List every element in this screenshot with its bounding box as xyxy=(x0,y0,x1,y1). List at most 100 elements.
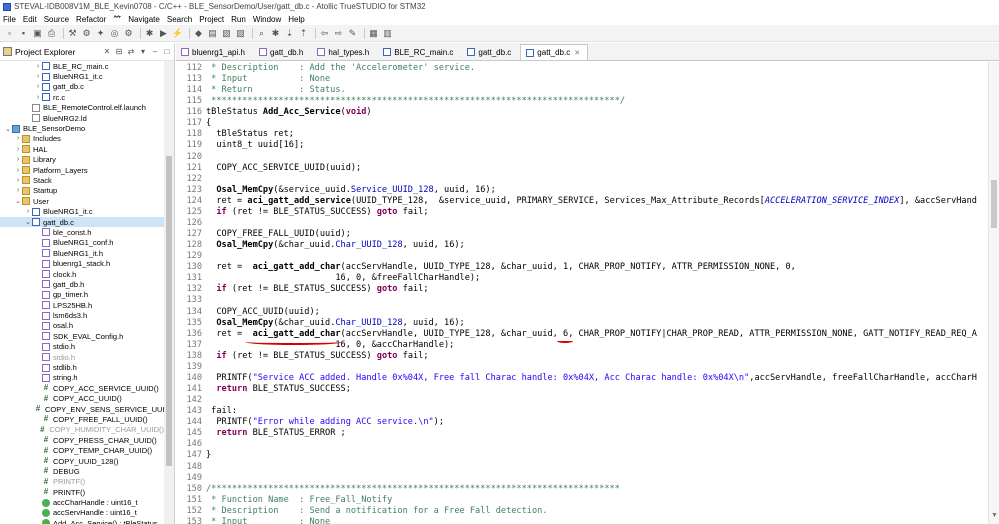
tree-item[interactable]: BlueNRG2.ld xyxy=(0,113,164,123)
code-line[interactable]: Osal_MemCpy(&char_uuid.Char_UUID_128, uu… xyxy=(206,318,464,329)
menu-item[interactable]: Help xyxy=(288,15,304,24)
code-line[interactable]: ****************************************… xyxy=(206,96,625,107)
scroll-down-icon[interactable]: ▼ xyxy=(991,512,998,519)
editor-tab[interactable]: hal_types.h xyxy=(312,44,376,60)
menu-item[interactable]: Window xyxy=(253,15,281,24)
code-line[interactable]: fail: xyxy=(206,406,237,417)
next-annotation-icon[interactable]: ⇣ xyxy=(284,28,295,39)
back-icon[interactable]: ⇦ xyxy=(319,28,330,39)
code-line[interactable]: if (ret != BLE_STATUS_SUCCESS) goto fail… xyxy=(206,284,428,295)
tree-item[interactable]: ⌄ gatt_db.c xyxy=(0,216,164,228)
tree-item[interactable]: stdio.h xyxy=(0,342,164,352)
tree-item[interactable]: osal.h xyxy=(0,321,164,331)
menu-item[interactable]: File xyxy=(3,15,16,24)
tree-item[interactable]: › Startup xyxy=(0,186,164,196)
tree-item[interactable]: # PRINTF() xyxy=(0,487,164,497)
editor-tab[interactable]: bluenrg1_api.h xyxy=(176,44,252,60)
tree-item[interactable]: gp_timer.h xyxy=(0,290,164,300)
tree-item[interactable]: › BLE_RC_main.c xyxy=(0,61,164,71)
tree-item[interactable]: SDK_EVAL_Config.h xyxy=(0,331,164,341)
chevron-down-icon[interactable]: ⌄ xyxy=(4,125,12,133)
code-line[interactable]: if (ret != BLE_STATUS_SUCCESS) goto fail… xyxy=(206,207,428,218)
build-icon[interactable]: ⚒ xyxy=(67,28,78,39)
tree-item[interactable]: › BlueNRG1_it.c xyxy=(0,206,164,216)
save-all-icon[interactable]: ▣ xyxy=(32,28,43,39)
code-line[interactable]: ret = aci_gatt_add_service(UUID_TYPE_128… xyxy=(206,196,977,207)
chevron-right-icon[interactable]: › xyxy=(14,167,22,174)
tree-item[interactable]: › BlueNRG1_it.c xyxy=(0,71,164,81)
menu-item[interactable]: 𥫗 xyxy=(113,14,121,25)
chevron-right-icon[interactable]: › xyxy=(14,135,22,142)
config-icon[interactable]: ⚙ xyxy=(123,28,134,39)
code-line[interactable]: } xyxy=(206,450,211,461)
editor-tab[interactable]: gatt_db.h xyxy=(254,44,310,60)
menu-item[interactable]: Refactor xyxy=(76,15,106,24)
perspective-icon[interactable]: ▦ xyxy=(368,28,379,39)
menu-item[interactable]: Navigate xyxy=(128,15,160,24)
tree-item[interactable]: › rc.c xyxy=(0,92,164,102)
code-line[interactable]: * Input : None xyxy=(206,517,330,524)
external-tools-icon[interactable]: ⚡ xyxy=(172,28,183,39)
new-folder-icon[interactable]: ▤ xyxy=(207,28,218,39)
new-header-icon[interactable]: ▨ xyxy=(235,28,246,39)
code-line[interactable]: PRINTF("Service ACC added. Handle 0x%04X… xyxy=(206,373,977,384)
chevron-down-icon[interactable]: ⌄ xyxy=(24,218,32,226)
build-all-icon[interactable]: ⚙ xyxy=(81,28,92,39)
tree-item[interactable]: accCharHandle : uint16_t xyxy=(0,497,164,507)
link-editor-icon[interactable]: ⇄ xyxy=(126,47,136,57)
menu-item[interactable]: Project xyxy=(199,15,224,24)
pin-icon[interactable]: ✎ xyxy=(347,28,358,39)
save-icon[interactable]: ▪ xyxy=(18,28,29,39)
tree-item[interactable]: BlueNRG1_it.h xyxy=(0,248,164,258)
code-line[interactable]: /***************************************… xyxy=(206,484,620,495)
forward-icon[interactable]: ⇨ xyxy=(333,28,344,39)
tree-item[interactable]: LPS25HB.h xyxy=(0,300,164,310)
editor-tab[interactable]: BLE_RC_main.c xyxy=(378,44,460,60)
code-editor[interactable]: 112 113 114 115 116 117 118 119 120 121 122 123 124 1… xyxy=(176,62,999,524)
minimize-icon[interactable]: – xyxy=(150,47,160,57)
tree-item[interactable]: # PRINTF() xyxy=(0,477,164,487)
code-line[interactable]: uint8_t uuid[16]; xyxy=(206,140,304,151)
code-line[interactable]: Osal_MemCpy(&char_uuid.Char_UUID_128, uu… xyxy=(206,240,464,251)
tree-item[interactable]: › gatt_db.c xyxy=(0,82,164,92)
tree-item[interactable]: BlueNRG1_conf.h xyxy=(0,238,164,248)
layout-icon[interactable]: ▥ xyxy=(382,28,393,39)
tree-item[interactable]: # COPY_FREE_FALL_UUID() xyxy=(0,414,164,424)
chevron-right-icon[interactable]: › xyxy=(34,83,42,90)
code-line[interactable]: Osal_MemCpy(&service_uuid.Service_UUID_1… xyxy=(206,185,495,196)
tree-item[interactable]: lsm6ds3.h xyxy=(0,310,164,320)
target-icon[interactable]: ◎ xyxy=(109,28,120,39)
tree-item[interactable]: # COPY_TEMP_CHAR_UUID() xyxy=(0,445,164,455)
menu-item[interactable]: Edit xyxy=(23,15,37,24)
new-icon[interactable]: ▫ xyxy=(4,28,15,39)
code-line[interactable]: PRINTF("Error while adding ACC service.\… xyxy=(206,417,444,428)
code-line[interactable]: tBleStatus ret; xyxy=(206,129,294,140)
code-line[interactable]: return BLE_STATUS_ERROR ; xyxy=(206,428,345,439)
bug-icon[interactable]: ✱ xyxy=(270,28,281,39)
tree-item[interactable]: › Stack xyxy=(0,175,164,185)
code-line[interactable]: COPY_ACC_UUID(uuid); xyxy=(206,307,319,318)
code-area[interactable]: * Description : Add the 'Accelerometer' … xyxy=(206,62,988,524)
tree-item[interactable]: ⌄ User xyxy=(0,196,164,206)
code-line[interactable]: 16, 0, &freeFallCharHandle); xyxy=(206,273,480,284)
menu-item[interactable]: Search xyxy=(167,15,192,24)
menu-item[interactable]: Run xyxy=(231,15,246,24)
tree-item[interactable]: # COPY_ENV_SENS_SERVICE_UUID() xyxy=(0,404,164,414)
code-line[interactable]: COPY_ACC_SERVICE_UUID(uuid); xyxy=(206,163,361,174)
run-icon[interactable]: ▶ xyxy=(158,28,169,39)
tree-item[interactable]: ble_const.h xyxy=(0,227,164,237)
chevron-right-icon[interactable]: › xyxy=(14,187,22,194)
explorer-scroll-thumb[interactable] xyxy=(166,156,172,466)
code-line[interactable]: { xyxy=(206,118,211,129)
chevron-right-icon[interactable]: › xyxy=(34,63,42,70)
editor-scroll-thumb[interactable] xyxy=(991,180,997,228)
code-line[interactable]: * Description : Send a notification for … xyxy=(206,506,547,517)
chevron-right-icon[interactable]: › xyxy=(14,177,22,184)
tree-item[interactable]: Add_Acc_Service() : tBleStatus xyxy=(0,518,164,524)
close-tab-icon[interactable]: ✕ xyxy=(574,49,580,57)
print-icon[interactable]: ⎙ xyxy=(46,28,57,39)
tree-item[interactable]: ⌄ BLE_SensorDemo xyxy=(0,123,164,133)
chevron-right-icon[interactable]: › xyxy=(34,73,42,80)
tree-item[interactable]: # COPY_PRESS_CHAR_UUID() xyxy=(0,435,164,445)
close-icon[interactable]: ✕ xyxy=(102,47,112,57)
